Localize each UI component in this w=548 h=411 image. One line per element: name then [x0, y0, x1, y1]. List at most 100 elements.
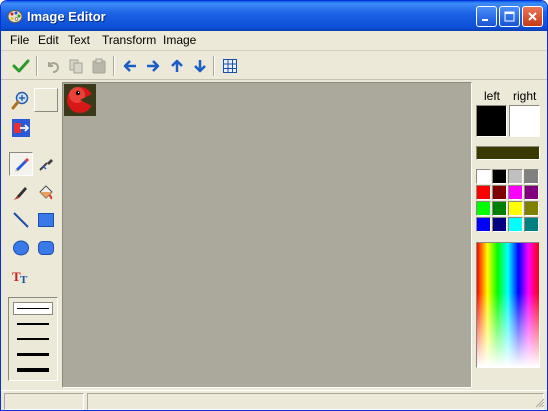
menu-file[interactable]: File — [10, 33, 29, 47]
color-swatch[interactable] — [524, 185, 539, 200]
eyedropper-icon — [39, 159, 53, 171]
color-swatch[interactable] — [508, 217, 523, 232]
apply-button[interactable] — [11, 56, 31, 76]
blank-tool[interactable] — [34, 88, 58, 112]
color-swatch[interactable] — [492, 201, 507, 216]
menu-image[interactable]: Image — [163, 33, 196, 47]
text-icon: TT — [12, 269, 28, 285]
toolbar-separator — [113, 56, 115, 76]
palette-app-icon — [7, 10, 23, 23]
color-swatch[interactable] — [508, 185, 523, 200]
color-picker-tool[interactable] — [34, 152, 58, 176]
line-width-selector[interactable] — [8, 297, 58, 381]
fill-tool[interactable] — [34, 180, 58, 204]
rounded-rectangle-icon — [38, 241, 54, 255]
resize-grip-icon[interactable] — [533, 396, 545, 408]
rectangle-icon — [38, 213, 54, 227]
status-pane-left — [4, 393, 84, 410]
tools-panel: TT — [4, 84, 60, 386]
paste-button[interactable] — [89, 56, 109, 76]
maximize-button[interactable] — [499, 6, 520, 27]
menu-transform[interactable]: Transform — [102, 33, 156, 47]
drawing-canvas[interactable] — [62, 82, 472, 388]
shift-up-button[interactable] — [167, 56, 187, 76]
paste-icon — [92, 58, 106, 74]
image-preview[interactable] — [64, 84, 96, 116]
toolbar-separator — [36, 56, 38, 76]
maximize-icon — [504, 11, 515, 22]
color-swatch[interactable] — [508, 201, 523, 216]
brush-tool[interactable] — [9, 180, 33, 204]
text-tool[interactable]: TT — [9, 264, 33, 288]
left-color-label: left — [484, 89, 501, 103]
color-palette-panel: left right — [473, 84, 543, 386]
menu-text[interactable]: Text — [68, 33, 90, 47]
color-swatch[interactable] — [524, 217, 539, 232]
line-width-option[interactable] — [17, 323, 49, 325]
copy-icon — [69, 59, 83, 74]
flip-tool[interactable] — [9, 116, 33, 140]
color-swatch[interactable] — [492, 185, 507, 200]
ellipse-tool[interactable] — [9, 236, 33, 260]
pencil-icon — [15, 158, 29, 172]
rectangle-tool[interactable] — [34, 208, 58, 232]
status-pane-right — [87, 393, 544, 410]
zoom-tool[interactable] — [9, 88, 33, 112]
undo-icon — [48, 62, 60, 73]
color-swatch[interactable] — [492, 169, 507, 184]
close-button[interactable] — [522, 6, 543, 27]
toolbar-separator — [213, 56, 215, 76]
arrow-right-icon — [147, 60, 160, 72]
color-swatch[interactable] — [476, 169, 491, 184]
grid-button[interactable] — [220, 56, 240, 76]
image-editor-window: Image Editor File Edit Text Transform Im… — [0, 0, 548, 411]
toolbar — [1, 52, 547, 80]
title-bar[interactable]: Image Editor — [1, 1, 547, 31]
arrow-down-icon — [194, 60, 206, 73]
undo-button[interactable] — [43, 56, 63, 76]
copy-button[interactable] — [66, 56, 86, 76]
current-color-bar[interactable] — [476, 146, 540, 160]
grid-icon — [223, 59, 237, 73]
line-width-option[interactable] — [17, 338, 49, 340]
line-icon — [13, 212, 29, 228]
menu-edit[interactable]: Edit — [38, 33, 59, 47]
right-color-swatch[interactable] — [509, 105, 540, 137]
magnifier-icon — [11, 91, 29, 110]
arrow-left-icon — [123, 60, 136, 72]
flip-icon — [12, 119, 30, 137]
minimize-button[interactable] — [476, 6, 497, 27]
fill-bucket-icon — [39, 185, 53, 200]
red-pacman-icon — [67, 87, 94, 113]
minimize-icon — [482, 19, 488, 21]
color-swatch[interactable] — [476, 185, 491, 200]
left-color-swatch[interactable] — [476, 105, 507, 137]
window-title: Image Editor — [27, 9, 106, 24]
line-width-option[interactable] — [17, 353, 49, 356]
shift-down-button[interactable] — [190, 56, 210, 76]
line-width-option[interactable] — [17, 308, 49, 309]
menu-divider — [1, 50, 547, 51]
shift-left-button[interactable] — [120, 56, 140, 76]
svg-text:T: T — [20, 274, 28, 285]
checkmark-icon — [12, 59, 30, 73]
line-tool[interactable] — [9, 208, 33, 232]
ellipse-icon — [13, 240, 29, 256]
color-spectrum-picker[interactable] — [476, 242, 540, 368]
brush-icon — [14, 187, 27, 200]
rounded-rectangle-tool[interactable] — [34, 236, 58, 260]
color-swatch[interactable] — [492, 217, 507, 232]
arrow-up-icon — [171, 59, 183, 72]
right-color-label: right — [513, 89, 537, 103]
color-swatch[interactable] — [524, 201, 539, 216]
close-icon — [528, 12, 537, 21]
color-swatch[interactable] — [476, 217, 491, 232]
menu-bar: File Edit Text Transform Image — [1, 31, 547, 50]
line-width-option[interactable] — [17, 368, 49, 372]
pencil-tool[interactable] — [9, 152, 33, 176]
shift-right-button[interactable] — [143, 56, 163, 76]
status-bar — [1, 390, 547, 410]
color-swatch[interactable] — [508, 169, 523, 184]
color-swatch[interactable] — [524, 169, 539, 184]
color-swatch[interactable] — [476, 201, 491, 216]
